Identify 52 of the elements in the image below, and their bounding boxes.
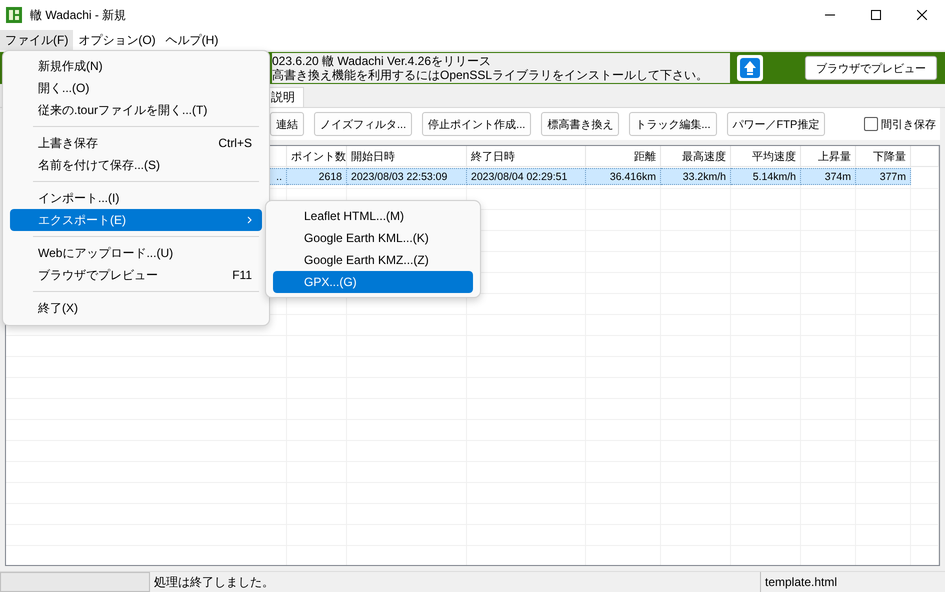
news-text: 023.6.20 轍 Wadachi Ver.4.26をリリース: [272, 54, 492, 68]
preview-button[interactable]: ブラウザでプレビュー: [805, 56, 937, 80]
menu-item[interactable]: 従来の.tourファイルを開く...(T): [10, 99, 262, 121]
menu-item[interactable]: 名前を付けて保存...(S): [10, 154, 262, 176]
column-header[interactable]: 終了日時: [467, 146, 586, 167]
column-header[interactable]: ポイント数: [287, 146, 347, 167]
menu-item[interactable]: ブラウザでプレビュー F11: [10, 264, 262, 286]
toolbar-button[interactable]: パワー／FTP推定: [726, 112, 826, 136]
menu-item[interactable]: Google Earth KMZ...(Z): [273, 249, 473, 271]
status-message: 処理は終了しました。: [153, 574, 275, 590]
table-cell: 2023/08/03 22:53:09: [347, 168, 467, 185]
checkbox[interactable]: [864, 117, 878, 131]
column-header[interactable]: 下降量: [856, 146, 911, 167]
menu-item[interactable]: Webにアップロード...(U): [10, 242, 262, 264]
table-cell: 5.14km/h: [731, 168, 801, 185]
menu-item[interactable]: 新規作成(N): [10, 55, 262, 77]
table-cell: 377m: [856, 168, 911, 185]
table-cell: 33.2km/h: [661, 168, 731, 185]
menu-item[interactable]: 上書き保存 Ctrl+S: [10, 132, 262, 154]
table-cell: 374m: [801, 168, 856, 185]
column-header[interactable]: 平均速度: [731, 146, 801, 167]
menu-item[interactable]: 開く...(O): [10, 77, 262, 99]
window-title: 轍 Wadachi - 新規: [30, 6, 128, 24]
update-button[interactable]: [737, 55, 763, 81]
menu-item[interactable]: Google Earth KML...(K): [273, 227, 473, 249]
menu-bar-item[interactable]: ファイル(F): [0, 30, 74, 50]
menu-item[interactable]: 終了(X): [10, 297, 262, 319]
close-icon: [917, 10, 927, 20]
column-header[interactable]: 開始日時: [347, 146, 467, 167]
column-header[interactable]: 距離: [586, 146, 661, 167]
table-cell: 36.416km: [586, 168, 661, 185]
menu-item[interactable]: Leaflet HTML...(M): [273, 205, 473, 227]
maximize-icon: [871, 10, 881, 20]
toolbar-button[interactable]: 標高書き換え: [541, 112, 620, 136]
news-text: 高書き換え機能を利用するにはOpenSSLライブラリをインストールして下さい。: [272, 68, 710, 82]
table-cell: 2618: [287, 168, 347, 185]
menu-item[interactable]: インポート...(I): [10, 187, 262, 209]
chevron-right-icon: [247, 216, 252, 224]
checkbox-label: 間引き保存: [881, 118, 936, 132]
app-logo-icon: [6, 7, 22, 23]
toolbar-button[interactable]: ノイズフィルタ...: [314, 112, 412, 136]
menu-bar-item[interactable]: オプション(O): [73, 30, 161, 50]
column-header[interactable]: 上昇量: [801, 146, 856, 167]
menu-bar-item[interactable]: ヘルプ(H): [160, 30, 224, 50]
menu-item[interactable]: エクスポート(E): [10, 209, 262, 231]
column-header[interactable]: 最高速度: [661, 146, 731, 167]
table-cell: 2023/08/04 02:29:51: [467, 168, 586, 185]
toolbar-button[interactable]: 連結: [270, 112, 304, 136]
menu-item[interactable]: GPX...(G): [273, 271, 473, 293]
status-file: template.html: [760, 572, 945, 592]
toolbar-button[interactable]: 停止ポイント作成...: [422, 112, 532, 136]
toolbar-button[interactable]: トラック編集...: [629, 112, 717, 136]
